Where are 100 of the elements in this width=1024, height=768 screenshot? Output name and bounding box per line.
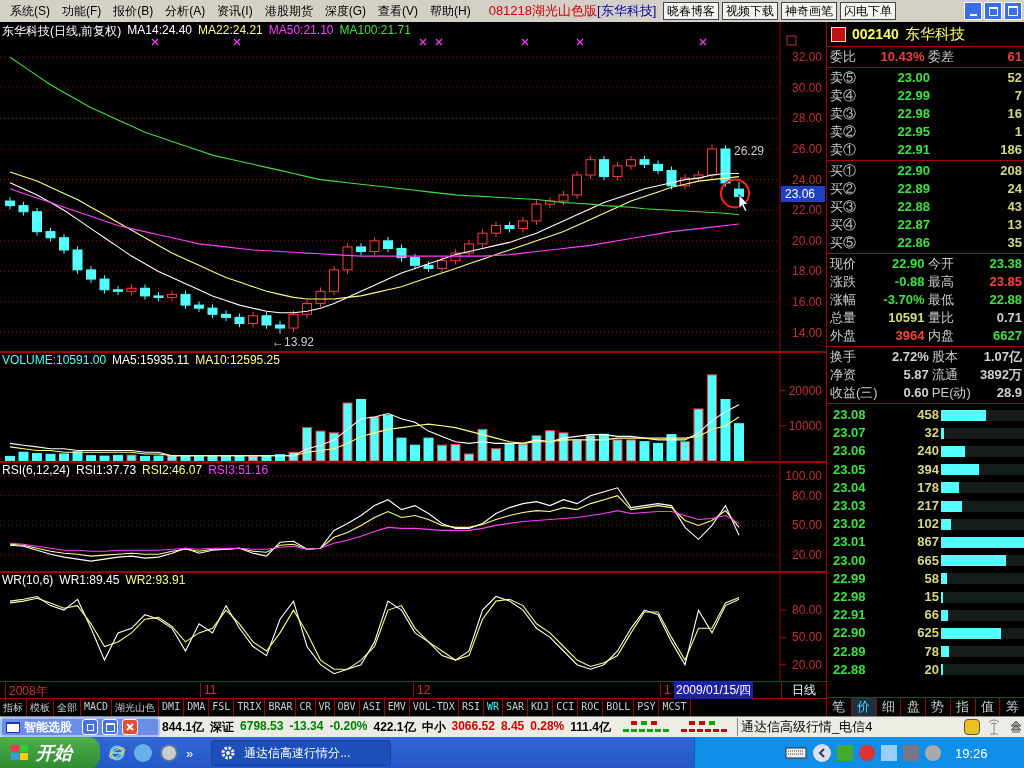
volume-bar	[194, 455, 204, 462]
date-label: 1	[660, 683, 671, 697]
order-volume: 52	[1006, 69, 1022, 87]
order-price: 22.91	[896, 141, 930, 159]
antenna-icon[interactable]	[986, 719, 1002, 735]
volume-bar	[342, 402, 353, 462]
restore-icon[interactable]	[82, 719, 98, 735]
circle-icon[interactable]	[160, 744, 178, 762]
axis-label: 20000	[788, 383, 822, 398]
field-label: PE(动)	[931, 384, 971, 402]
candlestick	[248, 311, 258, 328]
order-volume: 16	[1006, 105, 1022, 123]
axis-label: 16.00	[791, 295, 822, 310]
level-volume: 32	[923, 424, 939, 443]
candlestick	[504, 221, 515, 233]
level-price: 23.02	[833, 515, 867, 534]
level-price: 22.98	[833, 588, 867, 607]
order-price: 22.87	[896, 216, 930, 234]
menu-item[interactable]: 分析(A)	[159, 2, 212, 20]
volume-bar	[18, 451, 29, 462]
field-value: 22.90	[891, 255, 925, 273]
menu-item[interactable]: 帮助(H)	[424, 2, 477, 20]
candlestick	[221, 309, 231, 322]
chart-title: 东华科技(日线,前复权)	[2, 23, 122, 40]
index-value: -0.20%	[329, 718, 368, 735]
legend-item: MA100:21.71	[339, 23, 411, 39]
menu-item[interactable]: 查看(V)	[372, 2, 424, 20]
volume-bar	[113, 454, 123, 462]
volume-bar	[383, 414, 393, 462]
keyboard-icon[interactable]	[785, 746, 807, 760]
toolbar-button[interactable]: 晓春博客	[663, 2, 720, 20]
taskbar-button[interactable]: 通达信高速行情分...	[211, 740, 392, 766]
maximize-icon[interactable]	[102, 719, 118, 735]
field-label: 股本	[931, 348, 959, 366]
candlestick	[329, 265, 339, 296]
menu-item[interactable]: 报价(B)	[107, 2, 160, 20]
candlestick	[720, 144, 731, 187]
candlestick	[383, 236, 393, 253]
toolbar-title: 智能选股	[24, 718, 72, 736]
order-label: 买④	[830, 216, 857, 234]
candlestick	[342, 242, 353, 275]
menu-item[interactable]: 系统(S)	[4, 2, 56, 20]
field-value: 5.87	[903, 366, 929, 384]
axis-label: 24.00	[791, 172, 822, 187]
index-value: 8.45	[500, 718, 525, 735]
minimize-icon[interactable]	[964, 2, 982, 20]
toolbar-button[interactable]: 闪电下单	[840, 2, 897, 20]
browser-icon[interactable]	[108, 744, 126, 762]
menu-item[interactable]: 港股期货	[258, 2, 319, 20]
restore-icon[interactable]	[984, 2, 1002, 20]
field-label: 最低	[927, 291, 954, 309]
field-value: 28.9	[996, 384, 1022, 402]
volume-bar	[248, 455, 258, 462]
axis-label: 32.00	[791, 50, 822, 65]
level-price: 22.91	[833, 606, 867, 625]
field-value: 3892万	[980, 366, 1022, 384]
volume-bar	[410, 444, 420, 462]
order-volume: 7	[1013, 87, 1022, 105]
volume-bar	[572, 439, 582, 462]
toolbar-button[interactable]: 神奇画笔	[781, 2, 838, 20]
window-icon	[6, 721, 20, 733]
order-label: 卖⑤	[830, 69, 857, 87]
menu-item[interactable]: 功能(F)	[56, 2, 108, 20]
order-price: 22.98	[896, 105, 930, 123]
volume-bar	[45, 453, 56, 462]
legend-item: WR1:89.45	[59, 573, 120, 587]
stack-icon[interactable]	[1008, 719, 1024, 735]
menu-item[interactable]: 深度(G)	[318, 2, 372, 20]
volume-bar	[59, 453, 69, 462]
expand-tray-button[interactable]	[813, 744, 831, 762]
candlestick	[32, 207, 42, 236]
order-label: 买①	[830, 162, 857, 180]
panel-tab[interactable]: 价	[851, 698, 877, 716]
toolbar-button[interactable]: 视频下载	[722, 2, 779, 20]
order-volume: 208	[999, 162, 1022, 180]
level-price: 22.99	[833, 569, 867, 588]
windows-logo-icon	[10, 744, 30, 762]
volume-bar	[288, 451, 299, 462]
panel-toggle-icon[interactable]	[786, 35, 797, 46]
level-price: 22.90	[833, 624, 867, 643]
legend-item: RSI1:37.73	[76, 463, 137, 477]
field-label: 总量	[830, 309, 856, 327]
axis-label: 14.00	[791, 325, 822, 340]
legend-item: VOLUME:10591.00	[2, 353, 107, 367]
volume-bar	[666, 434, 677, 462]
volume-bar	[585, 434, 596, 462]
more-button[interactable]: »	[186, 745, 194, 761]
cursor-date-label: 2009/01/15/四	[674, 682, 754, 699]
volume-bar	[356, 398, 366, 462]
menu-item[interactable]: 资讯(I)	[211, 2, 259, 20]
volume-bar	[504, 443, 515, 462]
volume-bar	[464, 453, 474, 462]
field-value: -0.88	[894, 273, 925, 291]
volume-bar	[180, 455, 191, 462]
level-price: 23.05	[833, 460, 867, 479]
field-label: 内盘	[927, 327, 954, 345]
cursor-icon	[738, 194, 749, 212]
version-label: 081218湖光山色版	[488, 2, 598, 20]
field-label: 换手	[830, 348, 857, 366]
candlestick	[423, 261, 434, 273]
